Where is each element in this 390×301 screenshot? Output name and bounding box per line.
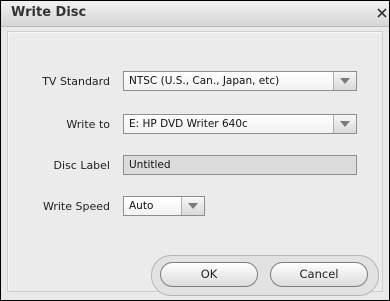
chevron-down-icon xyxy=(188,203,198,209)
chevron-down-icon xyxy=(340,78,350,84)
button-panel: OK Cancel xyxy=(151,255,379,296)
write-speed-dropdown-button[interactable] xyxy=(181,197,204,215)
dialog-title: Write Disc xyxy=(11,5,87,20)
cancel-button[interactable]: Cancel xyxy=(270,262,368,287)
disc-label-input[interactable] xyxy=(124,156,356,174)
tv-standard-select[interactable]: NTSC (U.S., Can., Japan, etc) xyxy=(123,71,357,91)
write-to-value: E: HP DVD Writer 640c xyxy=(129,118,248,130)
write-to-label: Write to xyxy=(66,118,110,131)
write-to-dropdown-button[interactable] xyxy=(333,115,356,133)
write-speed-label: Write Speed xyxy=(42,200,110,213)
write-to-select[interactable]: E: HP DVD Writer 640c xyxy=(123,114,357,134)
dialog-body: TV Standard NTSC (U.S., Can., Japan, etc… xyxy=(7,31,383,292)
tv-standard-value: NTSC (U.S., Can., Japan, etc) xyxy=(129,75,280,87)
title-bar[interactable]: Write Disc xyxy=(1,1,389,27)
disc-label-label: Disc Label xyxy=(53,159,110,172)
tv-standard-dropdown-button[interactable] xyxy=(333,72,356,90)
ok-button[interactable]: OK xyxy=(160,262,258,287)
disc-label-field[interactable] xyxy=(123,155,357,175)
close-icon[interactable] xyxy=(377,8,387,18)
write-disc-dialog: Write Disc TV Standard NTSC (U.S., Can.,… xyxy=(0,0,390,301)
write-speed-select[interactable]: Auto xyxy=(123,196,205,216)
chevron-down-icon xyxy=(340,121,350,127)
write-speed-value: Auto xyxy=(129,200,154,212)
tv-standard-label: TV Standard xyxy=(42,75,110,88)
